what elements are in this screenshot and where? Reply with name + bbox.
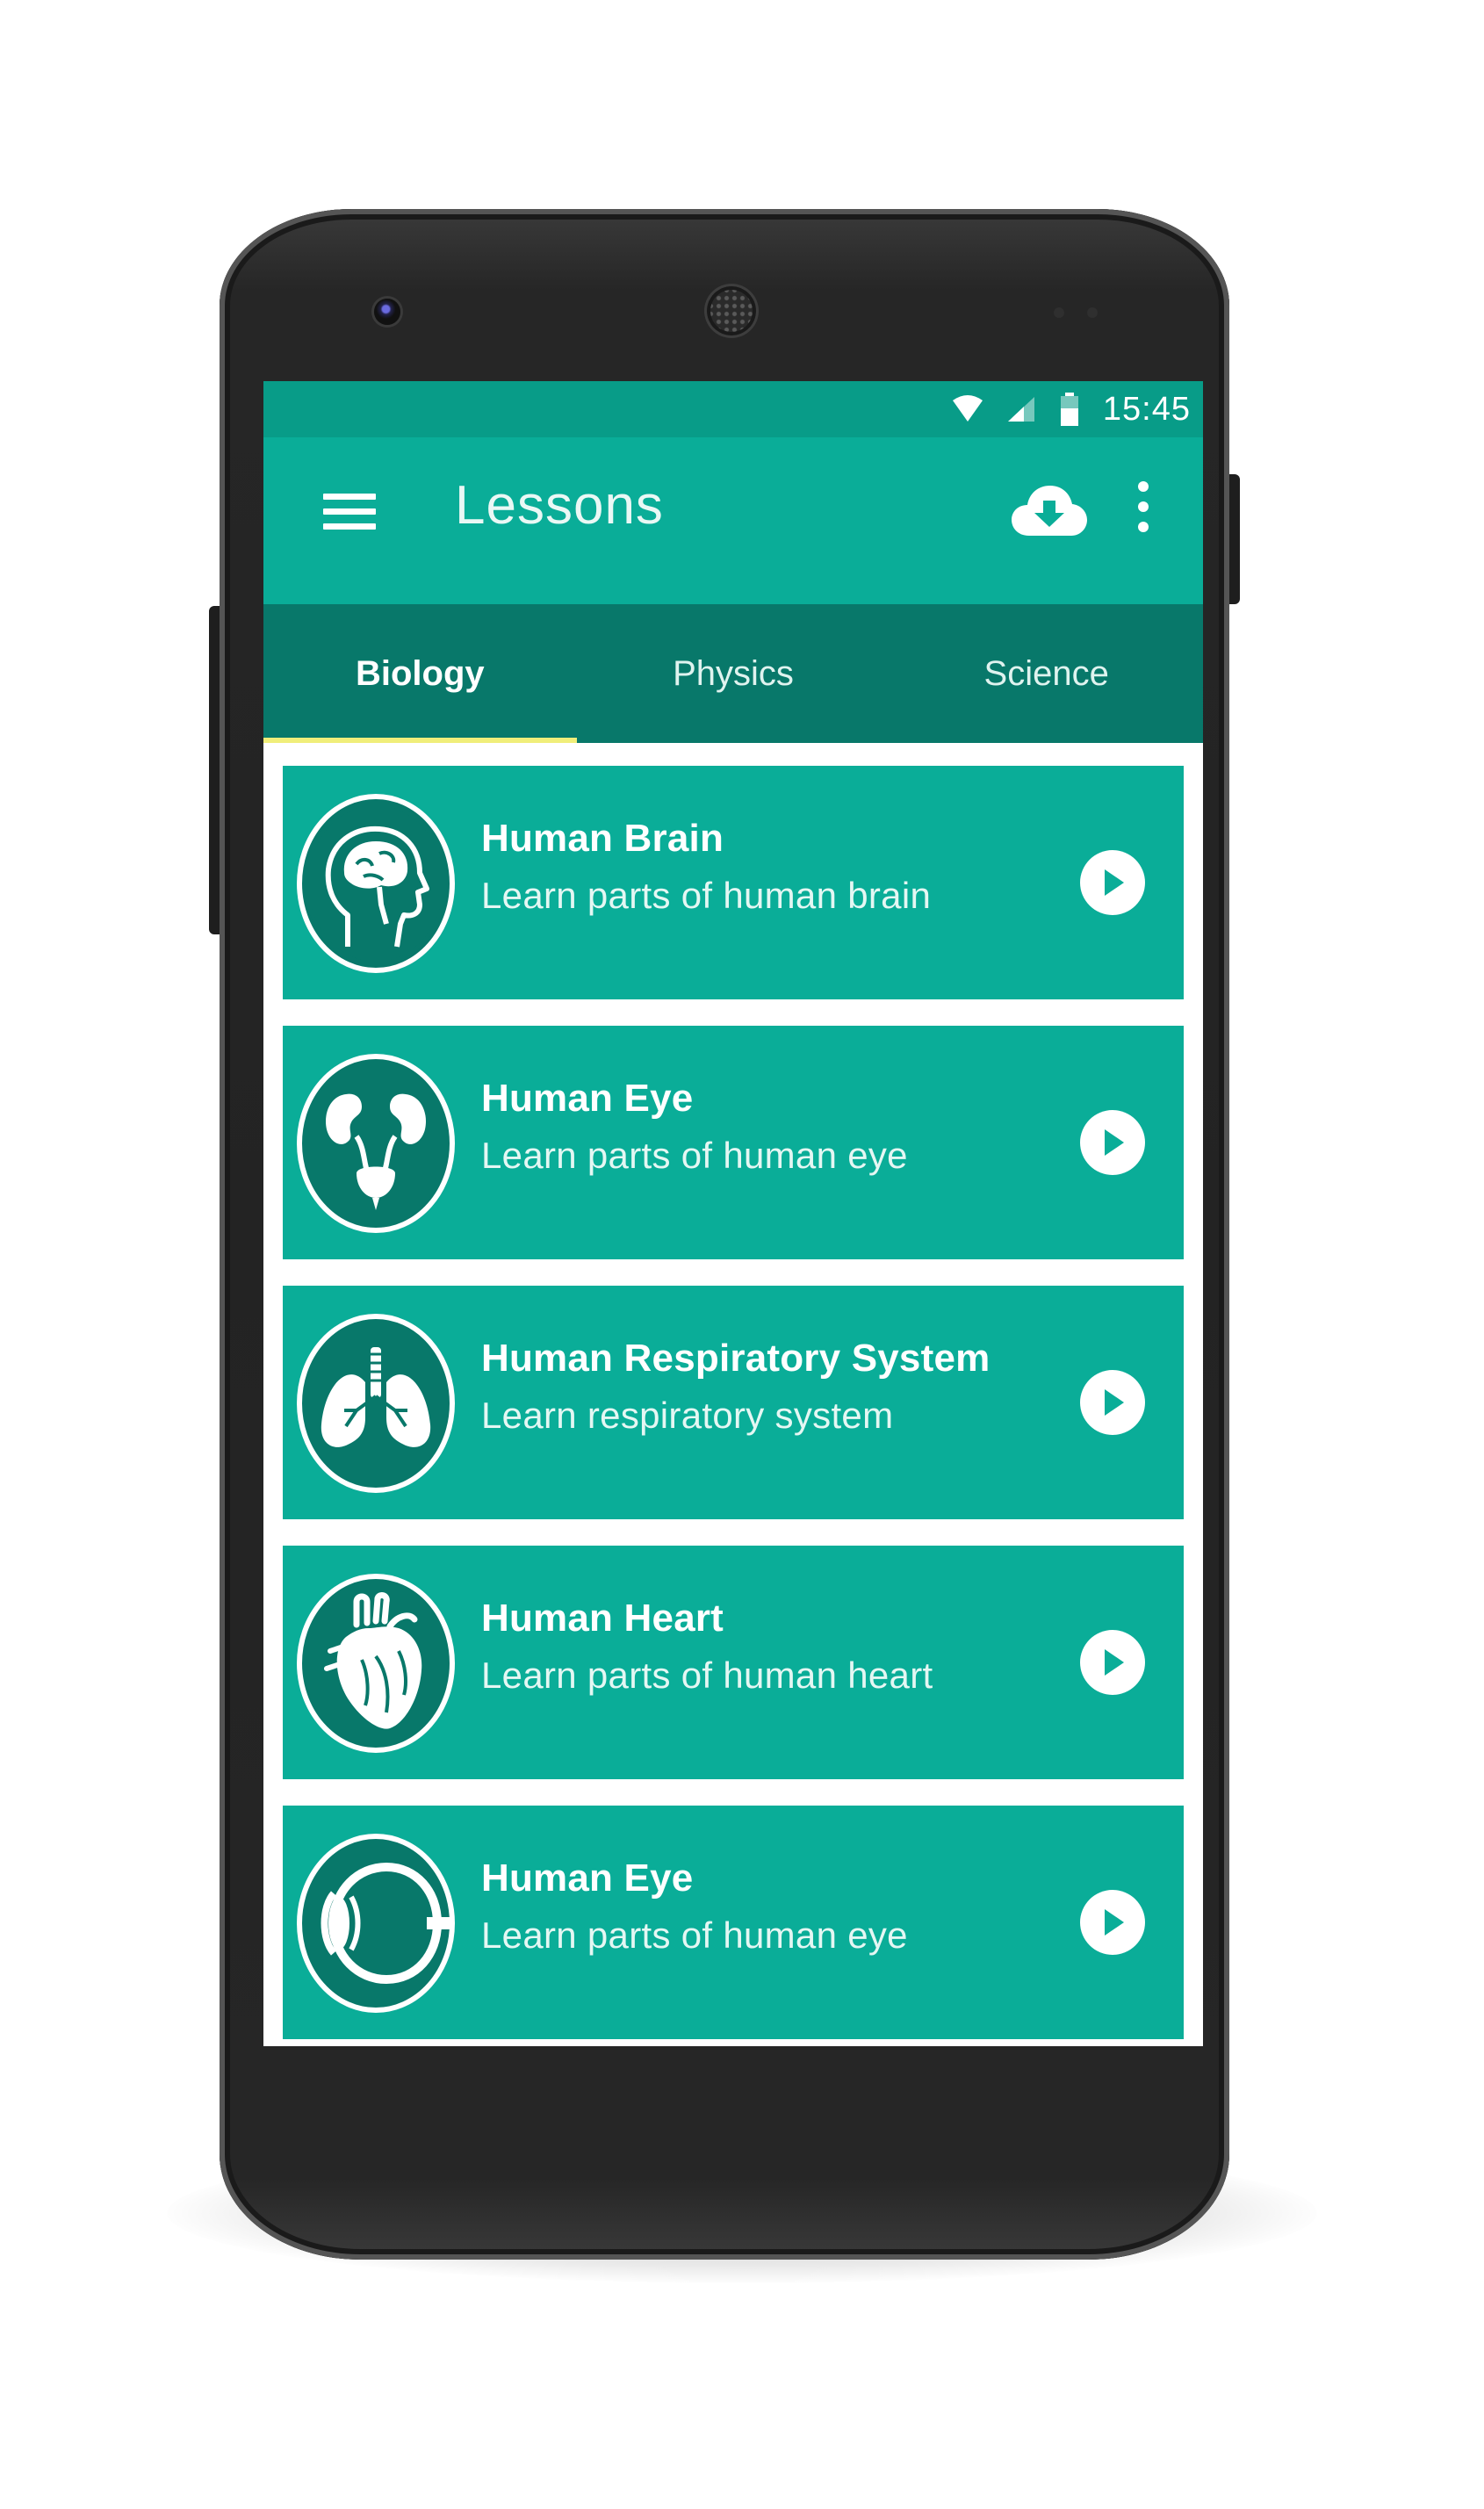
- app-screen: 15:45 Lessons Biology Physics Science Hu…: [263, 381, 1203, 2046]
- lesson-title: Human Heart: [481, 1597, 724, 1640]
- wifi-icon: [952, 395, 983, 422]
- battery-icon: [1060, 393, 1078, 426]
- app-bar: Lessons: [263, 437, 1203, 604]
- lesson-subtitle: Learn parts of human eye: [481, 1914, 908, 1956]
- eye-icon: [295, 1832, 457, 2015]
- lesson-title: Human Eye: [481, 1857, 694, 1900]
- kidneys-icon: [295, 1052, 457, 1235]
- lesson-title: Human Brain: [481, 817, 724, 860]
- more-vert-icon[interactable]: [1133, 481, 1154, 543]
- lesson-card[interactable]: Human Respiratory System Learn respirato…: [283, 1286, 1184, 1519]
- lesson-subtitle: Learn parts of human heart: [481, 1655, 933, 1696]
- lesson-card[interactable]: Human Heart Learn parts of human heart: [283, 1546, 1184, 1779]
- lesson-subtitle: Learn parts of human brain: [481, 875, 932, 916]
- status-time: 15:45: [1102, 390, 1191, 428]
- light-sensor: [1087, 307, 1098, 318]
- tab-physics[interactable]: Physics: [577, 604, 890, 743]
- lesson-subtitle: Learn respiratory system: [481, 1395, 894, 1436]
- play-icon[interactable]: [1080, 1110, 1145, 1175]
- lesson-card[interactable]: Human Eye Learn parts of human eye: [283, 1806, 1184, 2039]
- lesson-subtitle: Learn parts of human eye: [481, 1135, 908, 1176]
- power-button: [1228, 474, 1240, 604]
- play-icon[interactable]: [1080, 850, 1145, 915]
- page-title: Lessons: [455, 475, 664, 536]
- earpiece-speaker: [707, 286, 756, 335]
- play-icon[interactable]: [1080, 1630, 1145, 1695]
- tab-biology[interactable]: Biology: [263, 604, 577, 743]
- lesson-card[interactable]: Human Eye Learn parts of human eye: [283, 1026, 1184, 1259]
- lungs-icon: [295, 1312, 457, 1495]
- cloud-download-icon[interactable]: [1012, 483, 1087, 537]
- lesson-title: Human Respiratory System: [481, 1337, 991, 1380]
- heart-icon: [295, 1572, 457, 1755]
- play-icon[interactable]: [1080, 1890, 1145, 1955]
- lesson-card[interactable]: Human Brain Learn parts of human brain: [283, 766, 1184, 999]
- front-camera: [374, 299, 400, 325]
- tab-science[interactable]: Science: [890, 604, 1203, 743]
- lesson-title: Human Eye: [481, 1077, 694, 1120]
- proximity-sensor: [1054, 307, 1064, 318]
- hamburger-menu-icon[interactable]: [323, 494, 376, 532]
- cellular-signal-icon: [1007, 397, 1034, 422]
- brain-head-icon: [295, 792, 457, 975]
- play-icon[interactable]: [1080, 1370, 1145, 1435]
- lesson-list: Human Brain Learn parts of human brain H…: [263, 743, 1203, 2039]
- tab-bar: Biology Physics Science: [263, 604, 1203, 743]
- status-bar: 15:45: [263, 381, 1203, 437]
